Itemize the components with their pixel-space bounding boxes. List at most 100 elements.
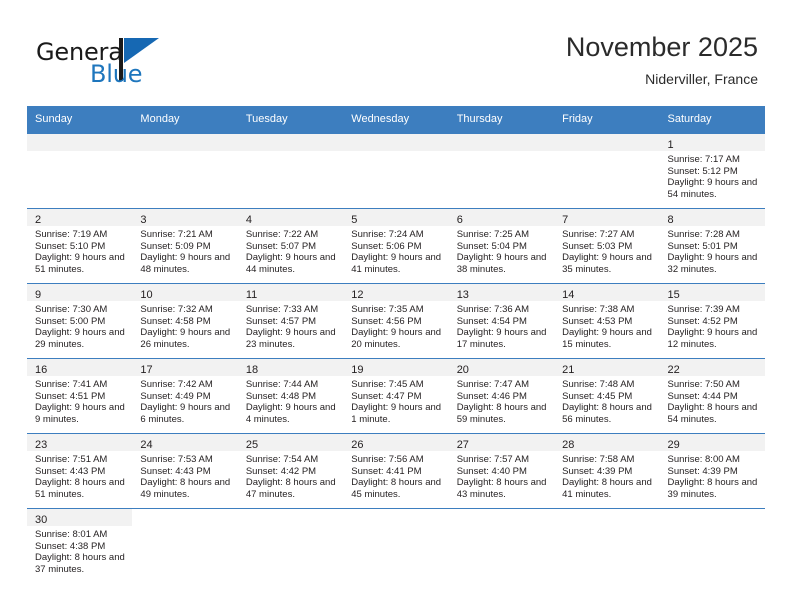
general-blue-logo: General Blue <box>31 36 211 92</box>
weekday-header-row: Sunday Monday Tuesday Wednesday Thursday… <box>27 106 765 134</box>
day-details: Sunrise: 7:17 AM Sunset: 5:12 PM Daylight:… <box>660 151 765 200</box>
calendar-day-cell[interactable]: 29 Sunrise: 8:00 AM Sunset: 4:39 PM Dayligh… <box>659 433 765 509</box>
sunrise-time: Sunrise: 7:30 AM <box>35 304 108 315</box>
sunset-time: Sunset: 4:45 PM <box>562 390 633 402</box>
weekday-header-wednesday: Wednesday <box>343 106 449 134</box>
calendar-day-cell[interactable]: 8 Sunrise: 7:28 AM Sunset: 5:01 PM Daylight… <box>659 208 765 284</box>
day-details: Sunrise: 7:57 AM Sunset: 4:40 PM Daylight:… <box>449 451 554 500</box>
calendar-day-cell[interactable]: 7 Sunrise: 7:27 AM Sunset: 5:03 PM Daylight… <box>554 208 660 284</box>
calendar-day-cell[interactable]: 18 Sunrise: 7:44 AM Sunset: 4:48 PM Dayligh… <box>237 358 344 434</box>
day-number: 18 <box>245 364 259 376</box>
calendar-day-cell[interactable]: 21 Sunrise: 7:48 AM Sunset: 4:45 PM Dayligh… <box>554 358 660 434</box>
daylight-duration: Daylight: 9 hours and 44 minutes. <box>245 252 336 275</box>
calendar-day-cell[interactable]: 30 Sunrise: 8:01 AM Sunset: 4:38 PM Dayligh… <box>27 508 133 583</box>
daylight-duration: Daylight: 9 hours and 38 minutes. <box>456 252 547 275</box>
calendar-day-cell[interactable]: 15 Sunrise: 7:39 AM Sunset: 4:52 PM Dayligh… <box>659 283 765 359</box>
sunrise-time: Sunrise: 7:42 AM <box>140 379 213 390</box>
sunrise-time: Sunrise: 7:57 AM <box>456 454 530 465</box>
calendar-day-cell[interactable]: 28 Sunrise: 7:58 AM Sunset: 4:39 PM Dayligh… <box>554 433 660 509</box>
calendar-week-row: 23 Sunrise: 7:51 AM Sunset: 4:43 PM Dayligh… <box>27 433 765 509</box>
sunrise-time: Sunrise: 7:53 AM <box>140 454 213 465</box>
calendar-empty-cell <box>237 133 344 209</box>
calendar-grid: Sunday Monday Tuesday Wednesday Thursday… <box>27 106 765 583</box>
sunset-time: Sunset: 4:41 PM <box>351 465 422 477</box>
sunrise-time: Sunrise: 7:48 AM <box>562 379 635 390</box>
day-details: Sunrise: 7:32 AM Sunset: 4:58 PM Daylight:… <box>132 301 237 350</box>
sunrise-time: Sunrise: 7:51 AM <box>35 454 108 465</box>
sunset-time: Sunset: 5:01 PM <box>667 240 738 252</box>
sunrise-time: Sunrise: 7:19 AM <box>35 229 108 240</box>
calendar-day-cell[interactable]: 16 Sunrise: 7:41 AM Sunset: 4:51 PM Dayligh… <box>27 358 133 434</box>
sunset-time: Sunset: 4:46 PM <box>456 390 527 402</box>
sunset-time: Sunset: 5:06 PM <box>351 240 422 252</box>
sunset-time: Sunset: 5:04 PM <box>456 240 527 252</box>
calendar-day-cell[interactable]: 27 Sunrise: 7:57 AM Sunset: 4:40 PM Dayligh… <box>448 433 555 509</box>
calendar-day-cell[interactable]: 20 Sunrise: 7:47 AM Sunset: 4:46 PM Dayligh… <box>448 358 555 434</box>
sunset-time: Sunset: 5:12 PM <box>667 165 738 177</box>
calendar-empty-cell <box>554 508 660 583</box>
calendar-day-cell[interactable]: 23 Sunrise: 7:51 AM Sunset: 4:43 PM Dayligh… <box>27 433 133 509</box>
calendar-day-cell[interactable]: 24 Sunrise: 7:53 AM Sunset: 4:43 PM Dayligh… <box>132 433 238 509</box>
daylight-duration: Daylight: 8 hours and 39 minutes. <box>667 477 758 500</box>
daylight-duration: Daylight: 9 hours and 20 minutes. <box>351 327 442 350</box>
calendar-day-cell[interactable]: 6 Sunrise: 7:25 AM Sunset: 5:04 PM Daylight… <box>448 208 555 284</box>
day-details: Sunrise: 7:22 AM Sunset: 5:07 PM Daylight:… <box>238 226 343 275</box>
calendar-day-cell[interactable]: 10 Sunrise: 7:32 AM Sunset: 4:58 PM Dayligh… <box>132 283 238 359</box>
day-details: Sunrise: 7:30 AM Sunset: 5:00 PM Daylight:… <box>27 301 132 350</box>
daylight-duration: Daylight: 9 hours and 4 minutes. <box>245 402 336 425</box>
day-details: Sunrise: 7:35 AM Sunset: 4:56 PM Daylight:… <box>343 301 448 350</box>
day-details: Sunrise: 7:28 AM Sunset: 5:01 PM Daylight:… <box>660 226 765 275</box>
day-details: Sunrise: 7:42 AM Sunset: 4:49 PM Daylight:… <box>132 376 237 425</box>
calendar-week-row: 30 Sunrise: 8:01 AM Sunset: 4:38 PM Dayligh… <box>27 508 765 583</box>
calendar-day-cell[interactable]: 26 Sunrise: 7:56 AM Sunset: 4:41 PM Dayligh… <box>343 433 449 509</box>
calendar-empty-cell <box>343 133 449 209</box>
daylight-duration: Daylight: 9 hours and 48 minutes. <box>140 252 231 275</box>
calendar-empty-cell <box>448 508 555 583</box>
calendar-day-cell[interactable]: 9 Sunrise: 7:30 AM Sunset: 5:00 PM Daylight… <box>27 283 133 359</box>
calendar-week-row: 1 Sunrise: 7:17 AM Sunset: 5:12 PM Daylight… <box>27 133 765 209</box>
calendar-day-cell[interactable]: 1 Sunrise: 7:17 AM Sunset: 5:12 PM Daylight… <box>659 133 765 209</box>
day-number: 20 <box>456 364 469 376</box>
calendar-day-cell[interactable]: 11 Sunrise: 7:33 AM Sunset: 4:57 PM Dayligh… <box>237 283 344 359</box>
daylight-duration: Daylight: 9 hours and 29 minutes. <box>35 327 125 350</box>
sunrise-time: Sunrise: 7:28 AM <box>667 229 740 240</box>
day-number: 21 <box>562 364 575 376</box>
calendar-week-row: 9 Sunrise: 7:30 AM Sunset: 5:00 PM Daylight… <box>27 283 765 359</box>
day-details: Sunrise: 7:38 AM Sunset: 4:53 PM Daylight:… <box>554 301 659 350</box>
calendar-day-cell[interactable]: 19 Sunrise: 7:45 AM Sunset: 4:47 PM Dayligh… <box>343 358 449 434</box>
sunset-time: Sunset: 4:56 PM <box>351 315 422 327</box>
sunset-time: Sunset: 4:58 PM <box>140 315 211 327</box>
calendar-day-cell[interactable]: 5 Sunrise: 7:24 AM Sunset: 5:06 PM Daylight… <box>343 208 449 284</box>
calendar-day-cell[interactable]: 12 Sunrise: 7:35 AM Sunset: 4:56 PM Dayligh… <box>343 283 449 359</box>
day-details: Sunrise: 7:50 AM Sunset: 4:44 PM Daylight:… <box>660 376 765 425</box>
weekday-header-tuesday: Tuesday <box>237 106 344 134</box>
calendar-day-cell[interactable]: 4 Sunrise: 7:22 AM Sunset: 5:07 PM Daylight… <box>237 208 344 284</box>
daylight-duration: Daylight: 9 hours and 15 minutes. <box>562 327 652 350</box>
calendar-day-cell[interactable]: 13 Sunrise: 7:36 AM Sunset: 4:54 PM Dayligh… <box>448 283 555 359</box>
calendar-day-cell[interactable]: 22 Sunrise: 7:50 AM Sunset: 4:44 PM Dayligh… <box>659 358 765 434</box>
sunset-time: Sunset: 5:03 PM <box>562 240 633 252</box>
calendar-week-row: 2 Sunrise: 7:19 AM Sunset: 5:10 PM Daylight… <box>27 208 765 284</box>
daylight-duration: Daylight: 8 hours and 43 minutes. <box>456 477 547 500</box>
calendar-day-cell[interactable]: 14 Sunrise: 7:38 AM Sunset: 4:53 PM Dayligh… <box>554 283 660 359</box>
sunrise-time: Sunrise: 7:33 AM <box>245 304 319 315</box>
calendar-day-cell[interactable]: 17 Sunrise: 7:42 AM Sunset: 4:49 PM Dayligh… <box>132 358 238 434</box>
day-details: Sunrise: 7:54 AM Sunset: 4:42 PM Daylight:… <box>238 451 343 500</box>
title-block: November 2025 Niderviller, France <box>566 30 758 89</box>
calendar-day-cell[interactable]: 25 Sunrise: 7:54 AM Sunset: 4:42 PM Dayligh… <box>237 433 344 509</box>
day-details: Sunrise: 7:53 AM Sunset: 4:43 PM Daylight:… <box>132 451 237 500</box>
daylight-duration: Daylight: 8 hours and 54 minutes. <box>667 402 758 425</box>
day-number: 11 <box>245 289 258 301</box>
daylight-duration: Daylight: 8 hours and 47 minutes. <box>245 477 336 500</box>
sunrise-time: Sunrise: 7:27 AM <box>562 229 635 240</box>
day-number: 4 <box>245 214 252 226</box>
calendar-day-cell[interactable]: 3 Sunrise: 7:21 AM Sunset: 5:09 PM Daylight… <box>132 208 238 284</box>
sunrise-time: Sunrise: 7:50 AM <box>667 379 740 390</box>
day-details: Sunrise: 7:33 AM Sunset: 4:57 PM Daylight:… <box>238 301 343 350</box>
calendar-empty-cell <box>132 508 238 583</box>
daylight-duration: Daylight: 8 hours and 49 minutes. <box>140 477 231 500</box>
calendar-day-cell[interactable]: 2 Sunrise: 7:19 AM Sunset: 5:10 PM Daylight… <box>27 208 133 284</box>
page-header: General Blue November 2025 Niderviller, … <box>0 0 792 106</box>
day-details: Sunrise: 7:56 AM Sunset: 4:41 PM Daylight:… <box>343 451 448 500</box>
daylight-duration: Daylight: 8 hours and 41 minutes. <box>562 477 652 500</box>
